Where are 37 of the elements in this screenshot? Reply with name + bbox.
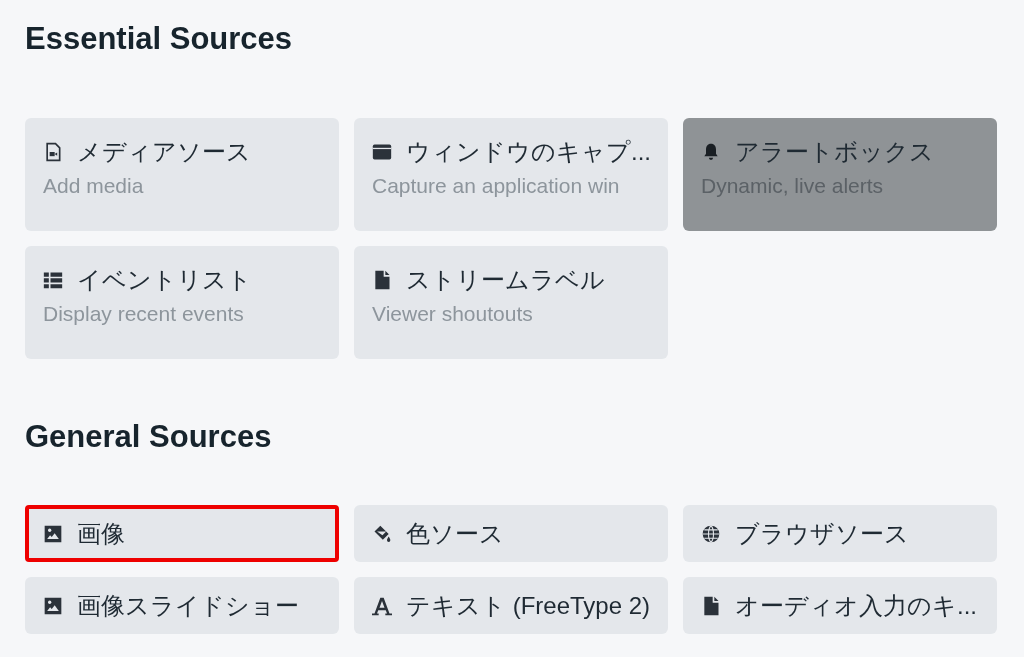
- source-description: Capture an application win: [372, 174, 620, 198]
- image-icon: [43, 595, 63, 616]
- source-title: 画像スライドショー: [77, 590, 299, 621]
- file-icon: [372, 270, 392, 290]
- source-card[interactable]: オーディオ入力のキ...: [683, 577, 997, 634]
- source-title: テキスト (FreeType 2): [406, 590, 651, 621]
- globe-icon: [701, 523, 721, 544]
- source-card[interactable]: イベントリスト Display recent events: [25, 246, 339, 359]
- source-card[interactable]: 画像スライドショー: [25, 577, 339, 634]
- source-title: 色ソース: [406, 518, 504, 549]
- window-icon: [372, 142, 392, 162]
- source-card[interactable]: ブラウザソース: [683, 505, 997, 562]
- source-card[interactable]: ストリームラベル Viewer shoutouts: [354, 246, 668, 359]
- source-card[interactable]: テキスト (FreeType 2): [354, 577, 668, 634]
- source-card[interactable]: メディアソース Add media: [25, 118, 339, 231]
- image-icon: [43, 523, 63, 544]
- source-card[interactable]: 画像: [25, 505, 339, 562]
- source-title: イベントリスト: [77, 265, 252, 295]
- paint-bucket-icon: [372, 523, 392, 544]
- list-icon: [43, 270, 63, 290]
- source-title: オーディオ入力のキ...: [735, 590, 977, 621]
- source-description: Viewer shoutouts: [372, 302, 533, 326]
- video-file-icon: [43, 142, 63, 162]
- file-icon: [701, 595, 721, 616]
- source-description: Add media: [43, 174, 144, 198]
- source-description: Display recent events: [43, 302, 244, 326]
- source-title: 画像: [77, 518, 125, 549]
- section-heading: General Sources: [25, 419, 272, 455]
- source-title: メディアソース: [77, 137, 251, 167]
- source-card[interactable]: ウィンドウのキャプ... Capture an application win: [354, 118, 668, 231]
- source-title: ブラウザソース: [735, 518, 909, 549]
- source-card[interactable]: 色ソース: [354, 505, 668, 562]
- section-heading: Essential Sources: [25, 21, 293, 57]
- letter-a-icon: [372, 595, 392, 616]
- source-title: ストリームラベル: [406, 265, 605, 295]
- source-title: ウィンドウのキャプ...: [406, 137, 651, 167]
- source-title: アラートボックス: [735, 137, 934, 167]
